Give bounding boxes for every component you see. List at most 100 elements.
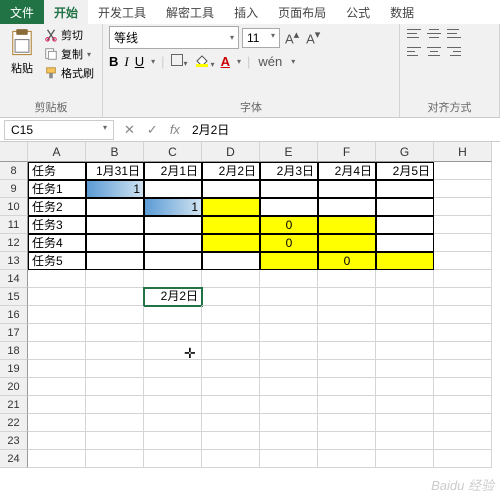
cell[interactable] <box>28 288 86 306</box>
cell[interactable] <box>86 270 144 288</box>
row-header[interactable]: 16 <box>0 306 28 324</box>
tab-page-layout[interactable]: 页面布局 <box>268 0 336 24</box>
cell[interactable] <box>434 450 492 468</box>
format-painter-button[interactable]: 格式刷 <box>42 64 96 82</box>
cell[interactable] <box>318 198 376 216</box>
cell[interactable] <box>260 450 318 468</box>
phonetic-button[interactable]: wén <box>256 54 284 69</box>
cell[interactable] <box>144 270 202 288</box>
tab-developer[interactable]: 开发工具 <box>88 0 156 24</box>
cell[interactable] <box>260 324 318 342</box>
cell[interactable] <box>260 360 318 378</box>
cell[interactable]: 任务1 <box>28 180 86 198</box>
bold-button[interactable]: B <box>109 54 118 69</box>
cell[interactable] <box>434 342 492 360</box>
align-left-icon[interactable] <box>406 44 422 58</box>
row-header[interactable]: 17 <box>0 324 28 342</box>
cell[interactable] <box>318 414 376 432</box>
cell[interactable]: 任务4 <box>28 234 86 252</box>
cell[interactable] <box>202 396 260 414</box>
cut-button[interactable]: 剪切 <box>42 26 96 44</box>
cell[interactable] <box>318 234 376 252</box>
col-header[interactable]: H <box>434 142 492 162</box>
select-all-corner[interactable] <box>0 142 28 162</box>
cell[interactable] <box>86 306 144 324</box>
cell[interactable] <box>318 306 376 324</box>
row-header[interactable]: 19 <box>0 360 28 378</box>
align-bottom-icon[interactable] <box>446 26 462 40</box>
tab-file[interactable]: 文件 <box>0 0 44 24</box>
cell[interactable] <box>376 432 434 450</box>
cell[interactable] <box>202 306 260 324</box>
row-header[interactable]: 10 <box>0 198 28 216</box>
cell[interactable]: 0 <box>260 234 318 252</box>
cell[interactable] <box>376 216 434 234</box>
cancel-icon[interactable]: ✕ <box>118 122 141 138</box>
row-header[interactable]: 18 <box>0 342 28 360</box>
cell[interactable] <box>434 288 492 306</box>
col-header[interactable]: G <box>376 142 434 162</box>
tab-formula[interactable]: 公式 <box>336 0 380 24</box>
cell[interactable] <box>318 432 376 450</box>
cell[interactable] <box>318 360 376 378</box>
tab-data[interactable]: 数据 <box>380 0 424 24</box>
cell[interactable] <box>86 252 144 270</box>
cell[interactable] <box>434 216 492 234</box>
cell[interactable] <box>202 378 260 396</box>
col-header[interactable]: C <box>144 142 202 162</box>
copy-button[interactable]: 复制▾ <box>42 45 96 63</box>
font-name-select[interactable]: 等线▾ <box>109 26 239 49</box>
cell[interactable] <box>318 342 376 360</box>
cell[interactable] <box>434 360 492 378</box>
row-header[interactable]: 20 <box>0 378 28 396</box>
confirm-icon[interactable]: ✓ <box>141 122 164 138</box>
formula-input[interactable] <box>186 121 500 139</box>
cell[interactable] <box>202 414 260 432</box>
cell[interactable] <box>434 162 492 180</box>
paste-button[interactable]: 粘贴 <box>6 26 38 78</box>
row-header[interactable]: 8 <box>0 162 28 180</box>
cell[interactable] <box>202 360 260 378</box>
cell[interactable] <box>144 252 202 270</box>
cell[interactable] <box>28 306 86 324</box>
cell[interactable] <box>28 342 86 360</box>
cell[interactable] <box>86 198 144 216</box>
cell[interactable]: 任务2 <box>28 198 86 216</box>
row-header[interactable]: 13 <box>0 252 28 270</box>
cell[interactable] <box>86 234 144 252</box>
cell[interactable] <box>202 270 260 288</box>
cell[interactable] <box>202 432 260 450</box>
cell[interactable] <box>202 252 260 270</box>
cell[interactable] <box>144 306 202 324</box>
cell[interactable] <box>144 414 202 432</box>
cell[interactable] <box>376 198 434 216</box>
align-center-icon[interactable] <box>426 44 442 58</box>
cell[interactable] <box>28 414 86 432</box>
cell[interactable] <box>434 378 492 396</box>
cell[interactable] <box>202 180 260 198</box>
cell[interactable] <box>28 324 86 342</box>
cell[interactable] <box>144 450 202 468</box>
row-header[interactable]: 21 <box>0 396 28 414</box>
row-header[interactable]: 9 <box>0 180 28 198</box>
cell[interactable] <box>376 396 434 414</box>
tab-home[interactable]: 开始 <box>44 0 88 24</box>
cell[interactable] <box>144 342 202 360</box>
cell[interactable]: 任务3 <box>28 216 86 234</box>
cell[interactable]: 任务5 <box>28 252 86 270</box>
row-header[interactable]: 15 <box>0 288 28 306</box>
row-header[interactable]: 14 <box>0 270 28 288</box>
cell[interactable]: 2月4日 <box>318 162 376 180</box>
cell[interactable] <box>202 342 260 360</box>
cell[interactable] <box>434 414 492 432</box>
col-header[interactable]: A <box>28 142 86 162</box>
cell[interactable] <box>318 270 376 288</box>
fill-color-button[interactable]: ▾ <box>194 53 215 70</box>
cell[interactable] <box>260 432 318 450</box>
cell[interactable] <box>144 324 202 342</box>
cell[interactable] <box>86 378 144 396</box>
col-header[interactable]: E <box>260 142 318 162</box>
cell[interactable] <box>318 378 376 396</box>
cell[interactable] <box>28 450 86 468</box>
cell[interactable]: 0 <box>260 216 318 234</box>
